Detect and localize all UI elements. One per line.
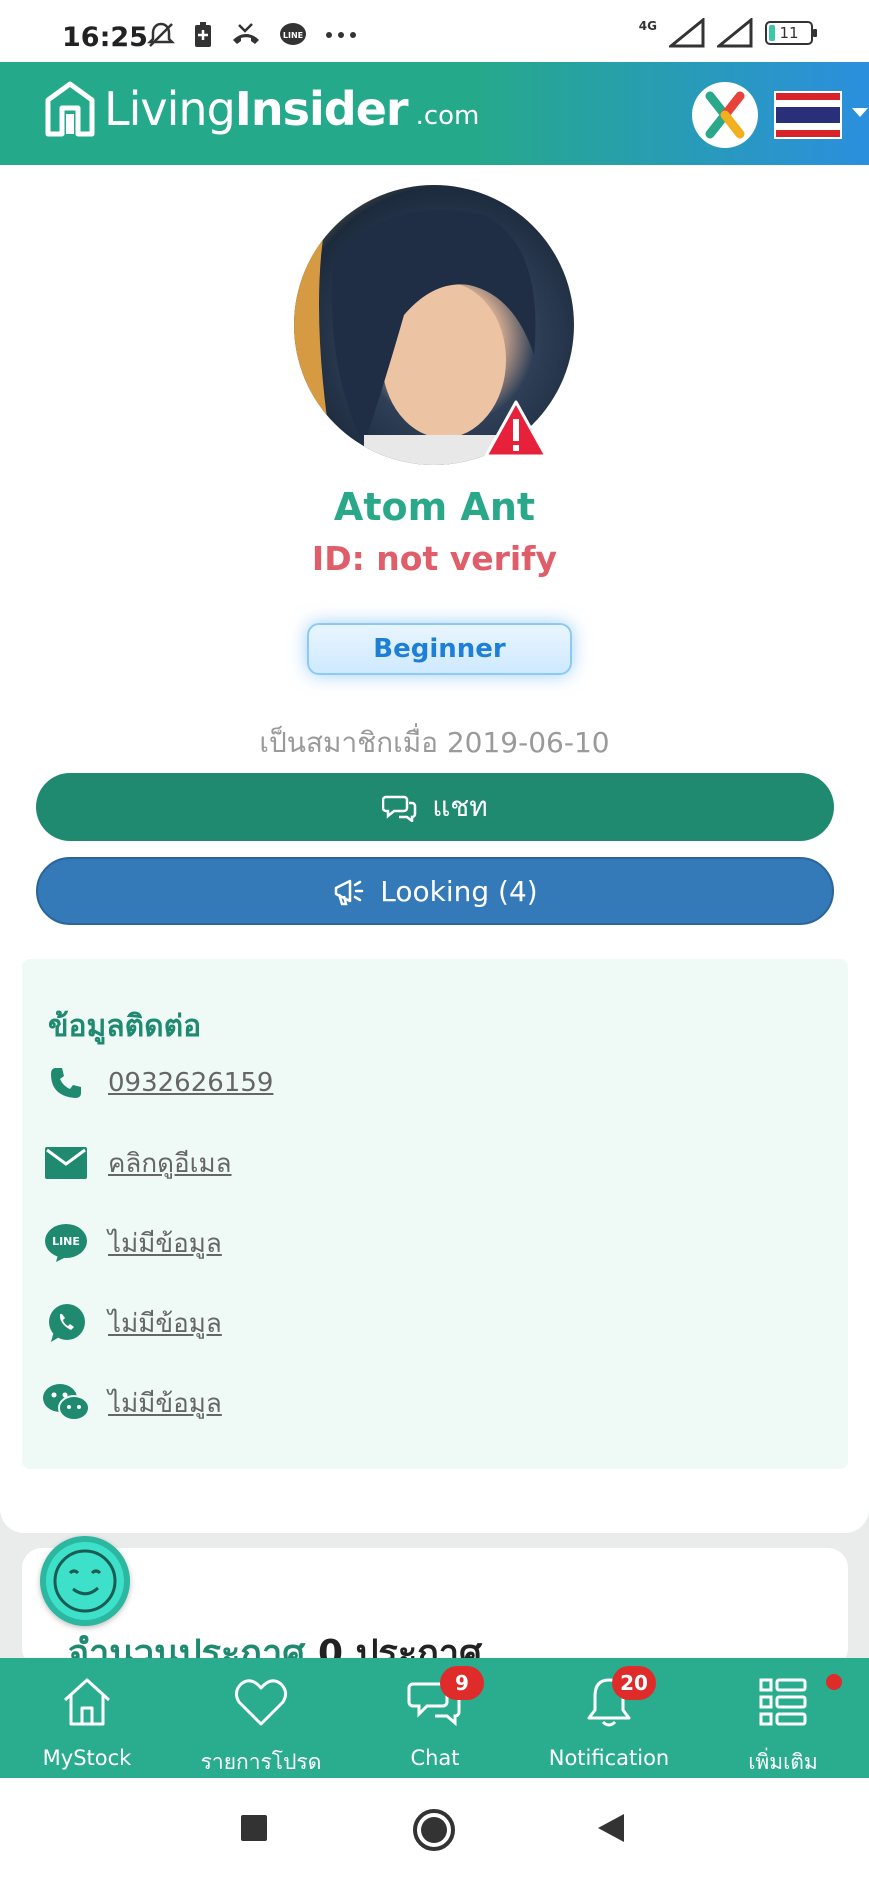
heart-icon <box>234 1679 288 1726</box>
megaphone-icon <box>335 879 364 906</box>
profile-name: Atom Ant <box>333 485 536 529</box>
contact-row-wechat[interactable]: ไม่มีข้อมูล <box>42 1379 222 1427</box>
nav-more[interactable]: เพิ่มเติม <box>696 1658 869 1778</box>
signal-icon-2 <box>717 18 753 48</box>
missed-call-icon <box>233 23 259 44</box>
network-type-label: 4G <box>638 19 657 33</box>
nav-notification-label: Notification <box>548 1746 670 1770</box>
house-logo-icon <box>45 81 95 137</box>
chat-badge: 9 <box>440 1666 484 1700</box>
level-badge: Beginner <box>307 623 572 675</box>
battery-saver-icon <box>195 22 211 47</box>
thai-flag-icon[interactable] <box>774 91 842 139</box>
nav-chat[interactable]: 9 Chat <box>348 1658 522 1778</box>
home-icon <box>63 1678 111 1726</box>
svg-text:LINE: LINE <box>52 1235 80 1248</box>
contact-line-link[interactable]: ไม่มีข้อมูล <box>108 1223 222 1264</box>
language-dropdown-icon[interactable] <box>852 108 868 117</box>
id-verify-status: ID: not verify <box>311 539 558 578</box>
more-notification-dot <box>826 1674 842 1690</box>
contact-row-phone[interactable]: 0932626159 <box>42 1059 273 1107</box>
logo-wordmark: LivingInsider <box>104 82 409 136</box>
contact-phone-link[interactable]: 0932626159 <box>108 1068 273 1098</box>
chat-bubbles-icon <box>382 795 417 822</box>
line-icon: LINE <box>42 1219 90 1267</box>
signal-icon <box>669 18 705 48</box>
profile-card: Atom Ant ID: not verify Beginner เป็นสมา… <box>0 165 869 1533</box>
recents-square-icon[interactable] <box>240 1814 268 1842</box>
looking-button-label: Looking (4) <box>380 874 538 908</box>
nav-mystock-label: MyStock <box>42 1746 132 1770</box>
smiley-assistant-icon[interactable] <box>40 1536 130 1626</box>
nav-favorites-label: รายการโปรด <box>200 1750 322 1774</box>
status-system-icons: 4G 11 <box>638 18 817 48</box>
contact-whatsapp-link[interactable]: ไม่มีข้อมูล <box>108 1303 222 1344</box>
wechat-icon <box>42 1379 90 1427</box>
logo-insider: Insider <box>234 82 409 136</box>
contact-row-email[interactable]: คลิกดูอีเมล <box>42 1139 232 1187</box>
status-notification-icons: LINE <box>146 20 358 50</box>
x-partner-icon[interactable] <box>692 82 758 148</box>
back-triangle-icon[interactable] <box>596 1812 626 1844</box>
listing-count-card: จำนวนประกาศ 0 ประกาศ <box>22 1548 848 1674</box>
contact-email-link[interactable]: คลิกดูอีเมล <box>108 1143 232 1184</box>
contact-info-panel: ข้อมูลติดต่อ 0932626159 คลิกดูอีเมล LINE… <box>22 959 848 1469</box>
chat-button[interactable]: แชท <box>36 773 834 841</box>
nav-mystock[interactable]: MyStock <box>0 1658 174 1778</box>
status-bar: 16:25 LINE 4G 11 <box>0 0 869 62</box>
status-time: 16:25 <box>62 22 148 53</box>
nav-favorites[interactable]: รายการโปรด <box>174 1658 348 1778</box>
notification-badge: 20 <box>612 1666 656 1700</box>
whatsapp-icon <box>42 1299 90 1347</box>
silent-bell-icon <box>146 22 176 47</box>
svg-text:LINE: LINE <box>283 31 303 40</box>
system-nav-bar <box>0 1778 869 1883</box>
warning-icon <box>484 400 548 458</box>
livinginsider-logo[interactable]: LivingInsider .com <box>44 80 479 138</box>
contact-row-line[interactable]: LINE ไม่มีข้อมูล <box>42 1219 222 1267</box>
more-dots-icon <box>326 32 356 38</box>
chat-button-label: แชท <box>432 790 488 823</box>
battery-icon: 11 <box>765 21 817 45</box>
home-circle-icon[interactable] <box>412 1808 456 1852</box>
nav-more-label: เพิ่มเติม <box>748 1750 818 1774</box>
bottom-nav: MyStock รายการโปรด 9 Chat 20 Notificatio… <box>0 1658 869 1778</box>
line-app-icon: LINE <box>280 23 306 45</box>
menu-list-icon <box>759 1678 807 1726</box>
phone-icon <box>42 1059 90 1107</box>
battery-level: 11 <box>779 24 799 42</box>
email-icon <box>42 1139 90 1187</box>
contact-title: ข้อมูลติดต่อ <box>48 1009 202 1044</box>
app-header: LivingInsider .com <box>0 62 869 165</box>
logo-com: .com <box>415 101 480 131</box>
looking-button[interactable]: Looking (4) <box>36 857 834 925</box>
app-screen: 16:25 LINE 4G 11 LivingInsider .com Atom… <box>0 0 869 1883</box>
logo-living: Living <box>104 82 236 136</box>
member-since: เป็นสมาชิกเมื่อ 2019-06-10 <box>259 726 610 759</box>
nav-notification[interactable]: 20 Notification <box>522 1658 696 1778</box>
contact-wechat-link[interactable]: ไม่มีข้อมูล <box>108 1383 222 1424</box>
nav-chat-label: Chat <box>410 1746 460 1770</box>
contact-row-whatsapp[interactable]: ไม่มีข้อมูล <box>42 1299 222 1347</box>
